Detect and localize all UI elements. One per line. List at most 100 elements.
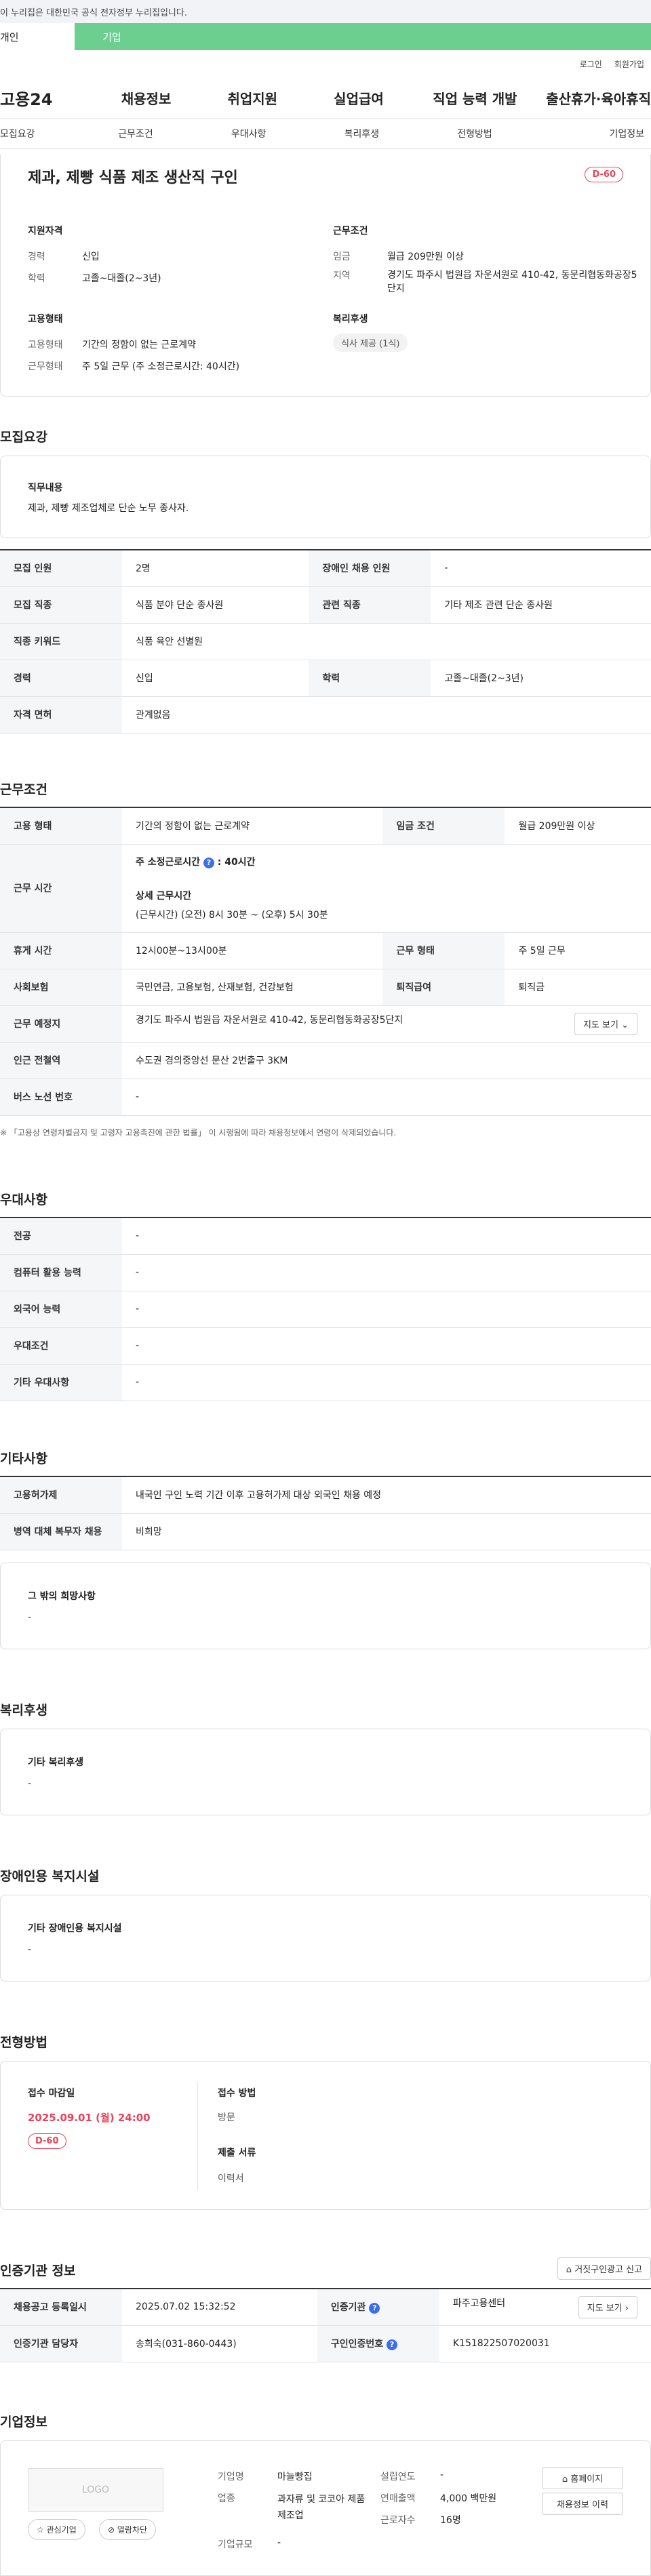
recruit-count-value: 2명 — [122, 550, 309, 587]
table-row: 휴게 시간 12시00분~13시00분 근무 형태 주 5일 근무 — [0, 932, 651, 969]
divider — [197, 2082, 198, 2190]
major-value: - — [122, 1217, 651, 1255]
eps-value: 내국인 구인 노력 기간 이후 고용허가제 대상 외국인 채용 예정 — [122, 1476, 651, 1514]
menu-unemployment[interactable]: 실업급여 — [306, 88, 412, 108]
table-row: 우대조건 - — [0, 1327, 651, 1365]
menu-leave[interactable]: 출산휴가·육아휴직 — [538, 88, 651, 108]
emp-type-value: 기간의 정함이 없는 근로계약 — [122, 807, 383, 845]
language-value: - — [122, 1291, 651, 1328]
disabled-count-label: 장애인 채용 인원 — [309, 550, 431, 587]
org-label-cell: 인증기관 ? — [317, 2289, 439, 2326]
disab-card: 기타 장애인용 복지시설 - — [0, 1895, 651, 1981]
hours-detail-value: (근무시간) (오전) 8시 30분 ~ (오후) 5시 30분 — [136, 910, 328, 921]
history-button[interactable]: 채용정보 이력 — [542, 2493, 623, 2515]
homepage-button[interactable]: ⌂ 홈페이지 — [542, 2467, 623, 2489]
top-tabs: 개인 기업 — [0, 23, 651, 50]
homepage-label: 홈페이지 — [570, 2474, 604, 2484]
cond-wage-value: 월급 209만원 이상 — [387, 251, 464, 262]
disab-box-title: 기타 장애인용 복지시설 — [28, 1923, 122, 1934]
table-row: 병역 대체 복무자 채용 비희망 — [0, 1513, 651, 1550]
subnav-company[interactable]: 기업정보 — [531, 127, 651, 140]
emp-form-value: 주 5일 근무 (주 소정근로시간: 40시간) — [82, 361, 240, 372]
age-note: ※ 「고용상 연령차별금지 및 고령자 고용촉진에 관한 법률」 이 시행됨에 … — [0, 1128, 397, 1138]
company-biz-label: 업종 — [218, 2493, 235, 2504]
table-row: 직종 키워드 식품 육안 선별원 — [0, 623, 651, 660]
block-button[interactable]: ⊘ 열람차단 — [99, 2519, 157, 2540]
welfare-box-value: - — [28, 1778, 32, 1789]
site-logo[interactable]: 고용24 — [0, 86, 93, 110]
welfare-summary-title: 복리후생 — [333, 314, 368, 325]
etc-table: 고용허가제 내국인 구인 노력 기간 이후 고용허가제 대상 외국인 채용 예정 … — [0, 1476, 651, 1550]
map-button[interactable]: 지도 보기 ⌄ — [574, 1012, 637, 1035]
qual-edu-value: 고졸~대졸(2~3년) — [82, 273, 161, 284]
reg-value: 2025.07.02 15:32:52 — [122, 2289, 317, 2326]
company-sales-value: 4,000 백만원 — [440, 2493, 497, 2504]
emp-form-label: 근무형태 — [28, 361, 63, 372]
major-label: 전공 — [0, 1217, 122, 1255]
military-label: 병역 대체 복무자 채용 — [0, 1513, 122, 1550]
qual-career-label: 경력 — [28, 251, 45, 262]
menu-training[interactable]: 직업 능력 개발 — [412, 88, 538, 108]
recruit-count-label: 모집 인원 — [0, 550, 122, 587]
subnav-select[interactable]: 전형방법 — [418, 127, 532, 140]
company-est-label: 설립연도 — [380, 2472, 416, 2482]
home-icon: ⌂ — [566, 2265, 572, 2275]
company-size-value: - — [277, 2537, 281, 2548]
chevron-down-icon: ⌄ — [621, 1020, 629, 1030]
company-title: 기업정보 — [0, 2415, 47, 2430]
chevron-right-icon: › — [625, 2303, 629, 2314]
related-job-label: 관련 직종 — [309, 586, 431, 624]
emp-type-value: 기간의 정함이 없는 근로계약 — [82, 340, 196, 350]
retirement-value: 퇴직금 — [505, 969, 651, 1006]
subnav-recruit[interactable]: 모집요강 — [0, 127, 79, 140]
table-row: 기타 우대사항 - — [0, 1364, 651, 1401]
wage-value: 월급 209만원 이상 — [505, 807, 651, 845]
company-card: LOGO ☆ 관심기업 ⊘ 열람차단 기업명 마늘빵집 업종 과자류 및 코코아… — [0, 2440, 651, 2576]
tab-company[interactable]: 기업 — [75, 23, 149, 50]
education-label: 학력 — [309, 660, 431, 697]
table-row: 자격 면허 관계없음 — [0, 696, 651, 733]
org-label: 인증기관 — [330, 2302, 366, 2314]
org-value: 파주고용센터 — [452, 2297, 506, 2309]
deadline-value: 2025.09.01 (월) 24:00 — [28, 2112, 151, 2124]
login-link[interactable]: 로그인 — [580, 58, 602, 70]
menu-support[interactable]: 취업지원 — [199, 88, 306, 108]
duty-card: 직무내용 제과, 제빵 제조업체로 단순 노무 종사자. — [0, 456, 651, 538]
fav-button[interactable]: ☆ 관심기업 — [28, 2519, 85, 2540]
etc-wish-card: 그 밖의 희망사항 - — [0, 1563, 651, 1649]
recruit-table: 모집 인원 2명 장애인 채용 인원 - 모집 직종 식품 분야 단순 종사원 … — [0, 549, 651, 733]
military-value: 비희망 — [122, 1513, 651, 1550]
gov-banner: 이 누리집은 대한민국 공식 전자정부 누리집입니다. — [0, 0, 651, 23]
table-row: 모집 직종 식품 분야 단순 종사원 관련 직종 기타 제조 관련 단순 종사원 — [0, 586, 651, 624]
docs-value: 이력서 — [218, 2173, 244, 2184]
help-icon[interactable]: ? — [387, 2339, 398, 2350]
dday-badge: D-60 — [585, 167, 623, 182]
bus-value: - — [122, 1079, 651, 1116]
hours-detail-title: 상세 근무시간 — [136, 891, 192, 902]
work-form-value: 주 5일 근무 — [505, 932, 651, 969]
help-icon[interactable]: ? — [369, 2303, 380, 2314]
subnav-work[interactable]: 근무조건 — [79, 127, 193, 140]
menu-jobs[interactable]: 채용정보 — [93, 88, 199, 108]
company-biz-value: 과자류 및 코코아 제품 제조업 — [277, 2494, 366, 2521]
subnav-pref[interactable]: 우대사항 — [192, 127, 305, 140]
etc-title: 기타사항 — [0, 1451, 47, 1466]
emp-type-label: 고용형태 — [28, 340, 63, 350]
company-emp-value: 16명 — [440, 2515, 461, 2526]
subnav-welfare[interactable]: 복리후생 — [305, 127, 418, 140]
report-button[interactable]: ⌂ 거짓구인광고 신고 — [557, 2257, 651, 2280]
job-title: 제과, 제빵 식품 제조 생산직 구인 — [28, 169, 238, 186]
org-map-button[interactable]: 지도 보기 › — [578, 2295, 637, 2318]
reg-label: 채용공고 등록일시 — [0, 2289, 122, 2326]
welfare-title: 복리후생 — [0, 1703, 47, 1718]
company-name-label: 기업명 — [218, 2472, 244, 2482]
table-row: 채용공고 등록일시 2025.07.02 15:32:52 인증기관 ? 파주고… — [0, 2289, 651, 2326]
cond-region-label: 지역 — [333, 270, 351, 281]
help-icon[interactable]: ? — [203, 858, 214, 868]
tab-personal[interactable]: 개인 — [0, 23, 75, 50]
table-row: 인근 전철역 수도권 경의중앙선 문산 2번출구 3KM — [0, 1042, 651, 1079]
qual-edu-label: 학력 — [28, 273, 45, 284]
signup-link[interactable]: 회원가입 — [614, 58, 644, 70]
keyword-value: 식품 육안 선별원 — [122, 623, 651, 660]
table-row: 버스 노선 번호 - — [0, 1079, 651, 1116]
